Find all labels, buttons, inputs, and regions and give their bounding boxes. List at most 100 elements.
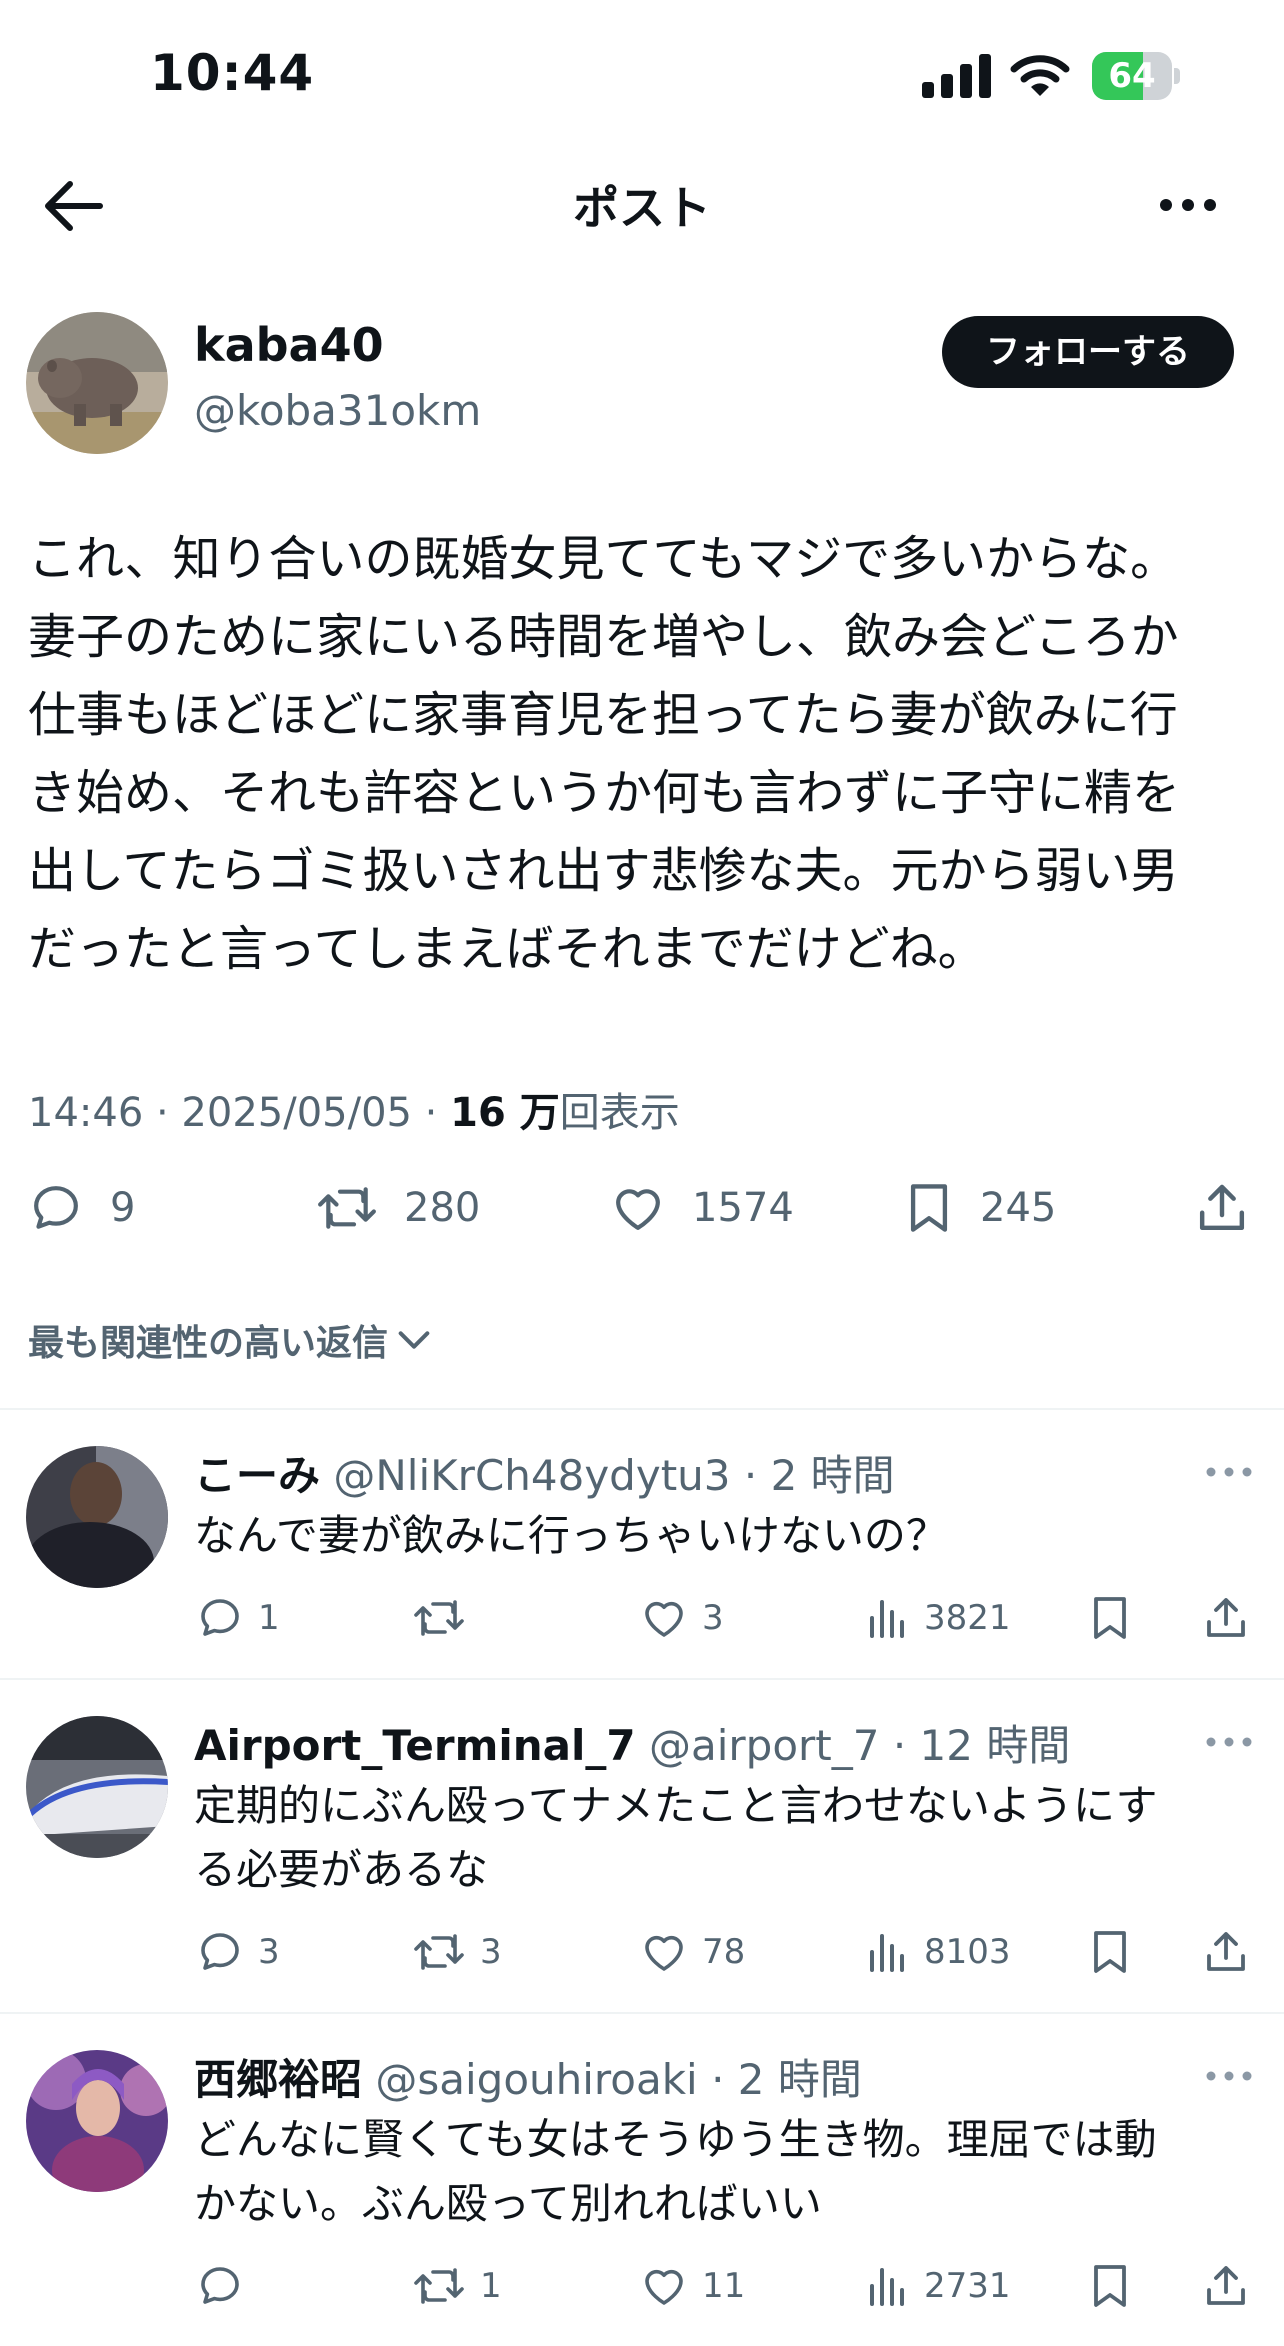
analytics-icon xyxy=(870,2268,904,2306)
follow-button[interactable]: フォローする xyxy=(942,316,1234,388)
heart-icon xyxy=(645,2269,683,2305)
repost-count: 280 xyxy=(404,1185,481,1231)
repost-button[interactable]: 280 xyxy=(316,1180,480,1236)
reply-reply-button[interactable]: 3 xyxy=(196,1928,280,1976)
repost-icon xyxy=(318,1187,376,1229)
reply-author-handle[interactable]: @NliKrCh48ydytu3 xyxy=(333,1451,730,1500)
post-text-line: 仕事もほどほどに家事育児を担ってたら妻が飲みに行 xyxy=(28,687,1178,743)
reply-reply-count: 3 xyxy=(258,1932,280,1972)
analytics-icon xyxy=(870,1600,904,1638)
battery-percent: 64 xyxy=(1108,56,1156,96)
heart-icon xyxy=(645,1935,683,1971)
reply-views-count: 8103 xyxy=(924,1932,1011,1972)
replies-sort-label: 最も関連性の高い返信 xyxy=(28,1323,389,1364)
reply-like-button[interactable]: 78 xyxy=(640,1928,745,1976)
like-count: 1574 xyxy=(692,1185,794,1231)
reply-views-button[interactable]: 2731 xyxy=(866,2262,1011,2310)
bookmark-icon xyxy=(1094,1597,1126,1639)
reply-reply-button[interactable]: 1 xyxy=(196,1594,280,1642)
heart-icon xyxy=(645,1601,683,1637)
reply-bookmark-button[interactable] xyxy=(1088,1928,1132,1976)
reply-like-count: 78 xyxy=(702,1932,746,1972)
reply-more-icon[interactable] xyxy=(1204,2064,1254,2088)
post-text-line: き始め、それも許容というか何も言わずに子守に精を xyxy=(28,765,1181,821)
status-time: 10:44 xyxy=(150,44,315,102)
post-text-line: 出してたらゴミ扱いされ出す悲惨な夫。元から弱い男 xyxy=(28,843,1179,899)
reply-button[interactable]: 9 xyxy=(28,1180,135,1236)
reply-more-icon[interactable] xyxy=(1204,1730,1254,1754)
reply-text-line: どんなに賢くても女はそうゆう生き物。理屈では動 xyxy=(194,2115,1157,2164)
heart-icon xyxy=(616,1189,660,1230)
reply-views-count: 2731 xyxy=(924,2266,1011,2306)
reply-text: どんなに賢くても女はそうゆう生き物。理屈では動 かない。ぶん殴って別れればいい xyxy=(194,2108,1254,2236)
cellular-signal-icon xyxy=(922,54,991,98)
divider xyxy=(0,2012,1284,2014)
reply-repost-count: 3 xyxy=(480,1932,502,1972)
reply-share-button[interactable] xyxy=(1202,1594,1250,1642)
share-icon xyxy=(1207,1932,1245,1971)
reply-icon xyxy=(34,1186,78,1229)
reply-views-button[interactable]: 3821 xyxy=(866,1594,1011,1642)
reply-text-line: かない。ぶん殴って別れればいい xyxy=(194,2179,822,2228)
reply-repost-button[interactable]: 1 xyxy=(412,2262,502,2310)
analytics-icon xyxy=(870,1934,904,1972)
chevron-down-icon xyxy=(398,1331,430,1349)
author-avatar[interactable] xyxy=(26,312,168,454)
bookmark-icon xyxy=(1094,2265,1126,2307)
reply-time: · 2 時間 xyxy=(711,2055,862,2104)
reply-like-count: 3 xyxy=(702,1598,724,1638)
reply-like-button[interactable]: 3 xyxy=(640,1594,724,1642)
reply-bookmark-button[interactable] xyxy=(1088,1594,1132,1642)
reply-count: 9 xyxy=(110,1185,136,1231)
reply-author-name[interactable]: こーみ xyxy=(194,1451,320,1500)
more-options-icon[interactable] xyxy=(1158,190,1218,220)
replies-sort-dropdown[interactable]: 最も関連性の高い返信 xyxy=(28,1314,434,1366)
reply-author-name[interactable]: 西郷裕昭 xyxy=(194,2055,362,2104)
bookmark-button[interactable]: 245 xyxy=(904,1180,1056,1236)
post-views-label: 回表示 xyxy=(559,1090,680,1136)
divider xyxy=(0,1408,1284,1410)
share-icon xyxy=(1207,2266,1245,2305)
reply-views-button[interactable]: 8103 xyxy=(866,1928,1011,1976)
share-button[interactable] xyxy=(1194,1180,1250,1236)
reply-text-line: なんで妻が飲みに行っちゃいけないの？ xyxy=(194,1511,948,1560)
reply-header: こーみ @NliKrCh48ydytu3 · 2 時間 xyxy=(194,1442,895,1503)
reply-more-icon[interactable] xyxy=(1204,1460,1254,1484)
post-meta: 14:46 · 2025/05/05 · 16 万回表示 xyxy=(28,1080,680,1138)
author-handle[interactable]: @koba31okm xyxy=(194,386,481,435)
wifi-icon xyxy=(1010,55,1070,96)
reply-avatar[interactable] xyxy=(26,2050,168,2192)
repost-icon xyxy=(414,1600,464,1636)
reply-author-handle[interactable]: @saigouhiroaki xyxy=(375,2055,697,2104)
reply-icon xyxy=(201,1933,239,1970)
author-name[interactable]: kaba40 xyxy=(194,318,384,372)
bookmark-icon xyxy=(1094,1931,1126,1973)
reply-bookmark-button[interactable] xyxy=(1088,2262,1132,2310)
reply-share-button[interactable] xyxy=(1202,1928,1250,1976)
like-button[interactable]: 1574 xyxy=(610,1180,794,1236)
reply-share-button[interactable] xyxy=(1202,2262,1250,2310)
post-text-line: だったと言ってしまえばそれまでだけどね。 xyxy=(28,921,986,977)
reply-text: 定期的にぶん殴ってナメたこと言わせないようにす る必要があるな xyxy=(194,1774,1254,1902)
reply-like-button[interactable]: 11 xyxy=(640,2262,745,2310)
reply-repost-button[interactable]: 3 xyxy=(412,1928,502,1976)
reply-repost-button[interactable] xyxy=(412,1594,480,1642)
reply-reply-count: 1 xyxy=(258,1598,280,1638)
repost-icon xyxy=(414,2268,464,2304)
reply-text: なんで妻が飲みに行っちゃいけないの？ xyxy=(194,1504,1254,1568)
reply-reply-button[interactable] xyxy=(196,2262,258,2310)
post-text-line: これ、知り合いの既婚女見ててもマジで多いからな。 xyxy=(28,531,1179,587)
page-title: ポスト xyxy=(573,181,711,235)
reply-avatar[interactable] xyxy=(26,1716,168,1858)
reply-views-count: 3821 xyxy=(924,1598,1011,1638)
reply-avatar[interactable] xyxy=(26,1446,168,1588)
battery-indicator: 64 xyxy=(1092,52,1182,100)
reply-time: · 12 時間 xyxy=(892,1721,1071,1770)
share-icon xyxy=(1199,1184,1245,1231)
repost-icon xyxy=(414,1934,464,1970)
post-timestamp: 14:46 · 2025/05/05 · xyxy=(28,1090,451,1136)
reply-author-handle[interactable]: @airport_7 xyxy=(649,1721,880,1770)
reply-text-line: 定期的にぶん殴ってナメたこと言わせないようにす xyxy=(194,1781,1158,1830)
reply-author-name[interactable]: Airport_Terminal_7 xyxy=(194,1721,636,1770)
post-views-count: 16 万 xyxy=(450,1090,560,1136)
